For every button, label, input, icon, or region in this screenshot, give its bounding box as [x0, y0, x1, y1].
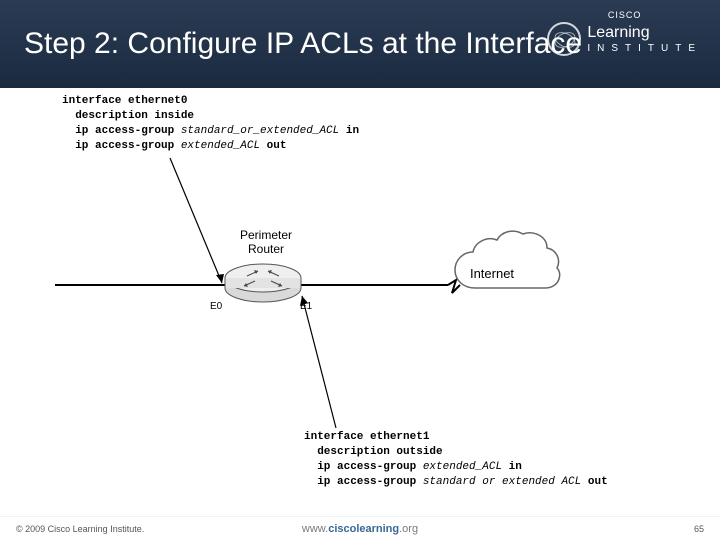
- port-e1-label: E1: [300, 301, 312, 312]
- router-label: Perimeter Router: [226, 228, 306, 256]
- slide-header: Step 2: Configure IP ACLs at the Interfa…: [0, 0, 720, 88]
- internet-label: Internet: [452, 266, 532, 281]
- port-e0-label: E0: [210, 301, 222, 312]
- cisco-learning-logo: CISCO Learning INSTITUTE: [547, 10, 702, 56]
- slide-title: Step 2: Configure IP ACLs at the Interfa…: [24, 27, 582, 62]
- logo-brand: CISCO: [608, 10, 642, 20]
- footer-url: www.ciscolearning.org: [302, 523, 418, 535]
- slide-footer: © 2009 Cisco Learning Institute. www.cis…: [0, 516, 720, 540]
- page-number: 65: [694, 524, 704, 534]
- copyright: © 2009 Cisco Learning Institute.: [16, 524, 144, 534]
- router-icon: [225, 264, 301, 302]
- globe-rings-icon: [547, 22, 581, 56]
- logo-line1: Learning: [587, 25, 702, 41]
- slide-body: interface ethernet0 description inside i…: [0, 88, 720, 516]
- logo-line2: INSTITUTE: [587, 43, 702, 54]
- config-interface-e0: interface ethernet0 description inside i…: [62, 94, 359, 153]
- config-interface-e1: interface ethernet1 description outside …: [304, 430, 608, 489]
